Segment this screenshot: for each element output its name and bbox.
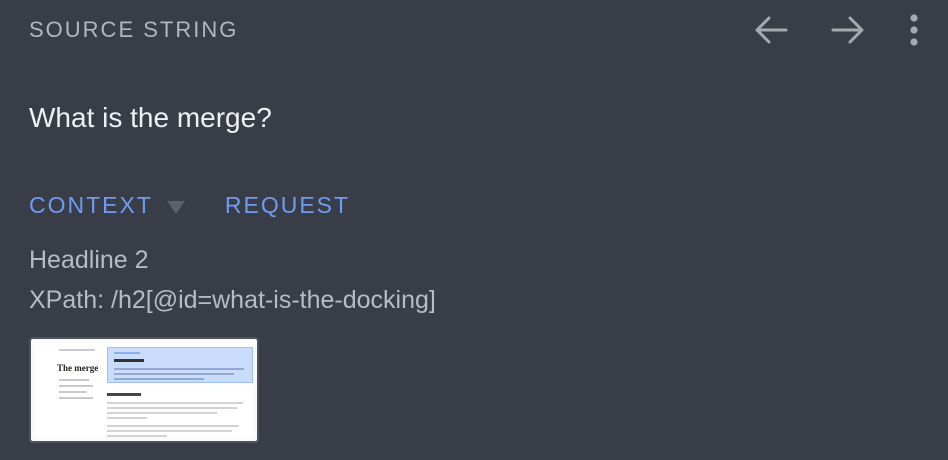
thumbnail-topbar bbox=[59, 349, 95, 351]
context-element-type: Headline 2 bbox=[29, 246, 149, 274]
thumbnail-heading: The merge bbox=[57, 363, 99, 373]
arrow-right-icon bbox=[831, 16, 864, 44]
previous-button[interactable] bbox=[751, 10, 791, 50]
source-string-text: What is the merge? bbox=[29, 102, 272, 133]
arrow-left-icon bbox=[755, 16, 788, 44]
thumbnail-body-text bbox=[107, 393, 247, 440]
context-tabs: CONTEXT REQUEST bbox=[29, 192, 350, 219]
context-screenshot-thumbnail[interactable]: The merge bbox=[29, 337, 259, 443]
next-button[interactable] bbox=[828, 10, 868, 50]
section-header: SOURCE STRING bbox=[29, 17, 239, 42]
source-string-panel: SOURCE STRING What is the merge? CONTEXT… bbox=[0, 0, 948, 460]
thumbnail-highlighted-region bbox=[107, 347, 253, 383]
more-vertical-icon bbox=[910, 14, 918, 46]
tab-context-label: CONTEXT bbox=[29, 192, 153, 218]
thumbnail-sidebar-links bbox=[59, 379, 93, 403]
caret-down-icon bbox=[166, 200, 185, 214]
tab-request[interactable]: REQUEST bbox=[225, 192, 350, 219]
tab-context[interactable]: CONTEXT bbox=[29, 192, 185, 219]
more-options-button[interactable] bbox=[904, 10, 924, 50]
context-xpath: XPath: /h2[@id=what-is-the-docking] bbox=[29, 286, 436, 314]
toolbar bbox=[751, 10, 924, 50]
thumbnail-page: The merge bbox=[35, 343, 253, 437]
